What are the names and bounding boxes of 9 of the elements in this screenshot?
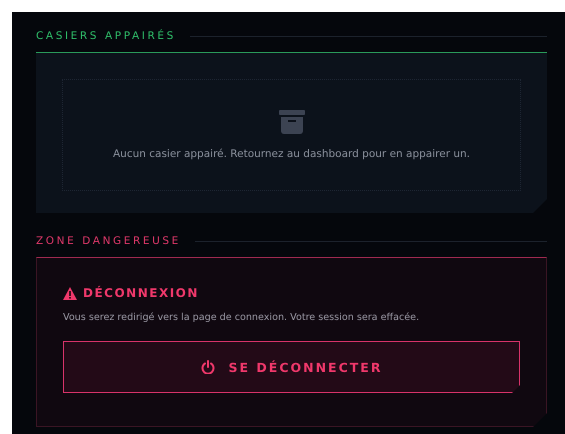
warning-icon (63, 286, 77, 300)
section-title: CASIERS APPAIRÉS (36, 30, 176, 42)
logout-button[interactable]: SE DÉCONNECTER (63, 341, 520, 393)
danger-description: Vous serez redirigé vers la page de connexion. Votre session sera effacée. (63, 312, 420, 323)
archive-icon (278, 110, 304, 134)
section-title: ZONE DANGEREUSE (36, 235, 181, 247)
danger-heading: DÉCONNEXION (83, 286, 199, 300)
power-icon (200, 360, 215, 374)
empty-message: Aucun casier appairé. Retournez au dashboard pour en appairer un. (112, 148, 470, 160)
